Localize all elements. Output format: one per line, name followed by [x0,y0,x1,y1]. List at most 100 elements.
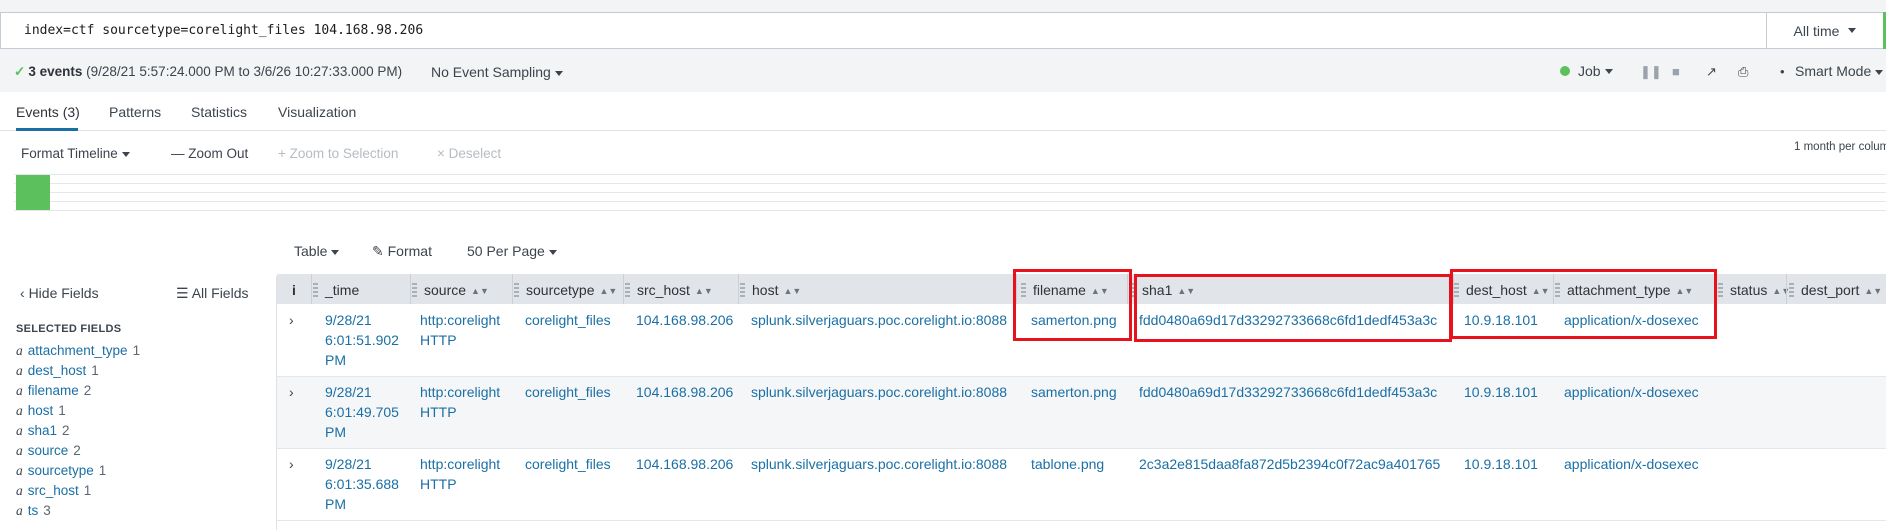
cell-host[interactable]: splunk.silverjaguars.poc.corelight.io:80… [751,382,1007,402]
deselect-button[interactable]: × Deselect [437,146,501,161]
chevron-down-icon [331,249,340,255]
chevron-down-icon [548,249,557,255]
field-item[interactable]: a source 2 [16,443,81,459]
zoom-out-button[interactable]: — Zoom Out [171,146,248,161]
sort-icon[interactable]: ▲▼ [599,286,617,296]
drag-handle-icon[interactable] [412,283,417,300]
sort-icon[interactable]: ▲▼ [1772,286,1790,296]
column-header-host[interactable]: host ▲▼ [740,282,801,300]
tab-statistics[interactable]: Statistics [191,104,247,120]
search-query-text[interactable]: index=ctf sourcetype=corelight_files 104… [24,23,423,38]
search-mode-dropdown[interactable]: Smart Mode [1795,63,1884,79]
cell-filename[interactable]: tablone.png [1031,454,1104,474]
drag-handle-icon[interactable] [313,283,318,300]
column-separator [1786,274,1787,304]
lightbulb-icon: • [1780,64,1785,79]
print-icon[interactable]: ⎙ [1738,64,1748,80]
cell-source[interactable]: http:corelight HTTP [420,382,500,422]
drag-handle-icon[interactable] [625,283,630,300]
chevron-down-icon [121,151,130,157]
column-header-time[interactable]: _time [313,282,359,300]
cell-time[interactable]: 9/28/21 6:01:51.902 PM [325,310,399,370]
timeline-gridline [14,210,1886,211]
tab-visualization[interactable]: Visualization [278,104,356,120]
tab-events[interactable]: Events (3) [16,104,80,120]
drag-handle-icon[interactable] [740,283,745,300]
per-page-label: 50 Per Page [467,243,545,259]
cell-filename[interactable]: samerton.png [1031,382,1117,402]
cell-attachment-type[interactable]: application/x-dosexec [1564,454,1699,474]
cell-sourcetype[interactable]: corelight_files [525,310,611,330]
chevron-down-icon [554,70,563,76]
zoom-to-selection-button[interactable]: + Zoom to Selection [278,146,398,161]
cell-src-host[interactable]: 104.168.98.206 [636,310,733,330]
tab-patterns[interactable]: Patterns [109,104,161,120]
cell-src-host[interactable]: 104.168.98.206 [636,454,733,474]
cell-dest-host[interactable]: 10.9.18.101 [1464,454,1538,474]
highlight-box-dest-attachment [1450,269,1717,339]
field-item[interactable]: a ts 3 [16,503,51,519]
drag-handle-icon[interactable] [514,283,519,300]
expand-row-icon[interactable]: › [289,384,294,400]
pause-icon[interactable]: ❚❚ [1640,64,1662,80]
all-fields-button[interactable]: ☰ All Fields [176,285,248,302]
timeline-bar[interactable] [16,175,50,210]
view-type-dropdown[interactable]: Table [294,243,340,259]
stop-icon[interactable]: ■ [1672,64,1680,79]
time-range-picker[interactable]: All time [1766,12,1884,49]
selected-fields-heading: SELECTED FIELDS [16,323,122,335]
sort-icon[interactable]: ▲▼ [783,286,801,296]
drag-handle-icon[interactable] [1789,283,1794,300]
cell-source[interactable]: http:corelight HTTP [420,454,500,494]
field-item[interactable]: a dest_host 1 [16,363,99,379]
cell-sourcetype[interactable]: corelight_files [525,382,611,402]
sort-icon[interactable]: ▲▼ [1864,286,1882,296]
field-item[interactable]: a filename 2 [16,383,91,399]
cell-sha1[interactable]: 2c3a2e815daa8fa872d5b2394c0f72ac9a401765 [1139,454,1440,474]
all-fields-label: All Fields [191,285,249,301]
cell-src-host[interactable]: 104.168.98.206 [636,382,733,402]
cell-host[interactable]: splunk.silverjaguars.poc.corelight.io:80… [751,454,1007,474]
field-item[interactable]: a src_host 1 [16,483,91,499]
expand-row-icon[interactable]: › [289,456,294,472]
cell-sourcetype[interactable]: corelight_files [525,454,611,474]
cell-host[interactable]: splunk.silverjaguars.poc.corelight.io:80… [751,310,1007,330]
timeline-gridline [14,183,1886,184]
row-divider [277,520,1886,521]
chevron-left-icon: ‹ [20,285,25,301]
share-icon[interactable]: ↗ [1706,64,1717,80]
cell-time[interactable]: 9/28/21 6:01:35.688 PM [325,454,399,514]
cell-time[interactable]: 9/28/21 6:01:49.705 PM [325,382,399,442]
per-page-dropdown[interactable]: 50 Per Page [467,243,557,259]
sort-icon[interactable]: ▲▼ [695,286,713,296]
field-item[interactable]: a attachment_type 1 [16,343,140,359]
column-header-status[interactable]: status ▲▼ [1718,282,1790,300]
cell-sha1[interactable]: fdd0480a69d17d33292733668c6fd1dedf453a3c [1139,382,1437,402]
drag-handle-icon[interactable] [1718,283,1723,300]
chevron-down-icon [1604,68,1613,74]
format-label: Format [387,243,432,259]
field-item[interactable]: a host 1 [16,403,66,419]
event-sampling-label: No Event Sampling [431,64,551,80]
search-mode-label: Smart Mode [1795,63,1872,79]
pencil-icon: ✎ [372,243,384,259]
column-header-sourcetype[interactable]: sourcetype ▲▼ [514,282,617,300]
cell-attachment-type[interactable]: application/x-dosexec [1564,382,1699,402]
sort-icon[interactable]: ▲▼ [471,286,489,296]
field-item[interactable]: a sha1 2 [16,423,70,439]
column-header-src-host[interactable]: src_host ▲▼ [625,282,713,300]
column-header-dest-port[interactable]: dest_port ▲▼ [1789,282,1882,300]
format-timeline-dropdown[interactable]: Format Timeline [21,146,130,161]
cell-dest-host[interactable]: 10.9.18.101 [1464,382,1538,402]
column-header-source[interactable]: source ▲▼ [412,282,489,300]
column-separator [311,274,312,304]
event-sampling-dropdown[interactable]: No Event Sampling [431,64,563,80]
hide-fields-button[interactable]: ‹ Hide Fields [20,285,99,301]
cell-source[interactable]: http:corelight HTTP [420,310,500,350]
field-item[interactable]: a sourcetype 1 [16,463,106,479]
format-button[interactable]: ✎ Format [372,243,432,260]
expand-row-icon[interactable]: › [289,312,294,328]
job-menu[interactable]: Job [1560,63,1613,79]
active-tab-indicator [16,128,78,131]
chevron-down-icon [1848,28,1857,33]
